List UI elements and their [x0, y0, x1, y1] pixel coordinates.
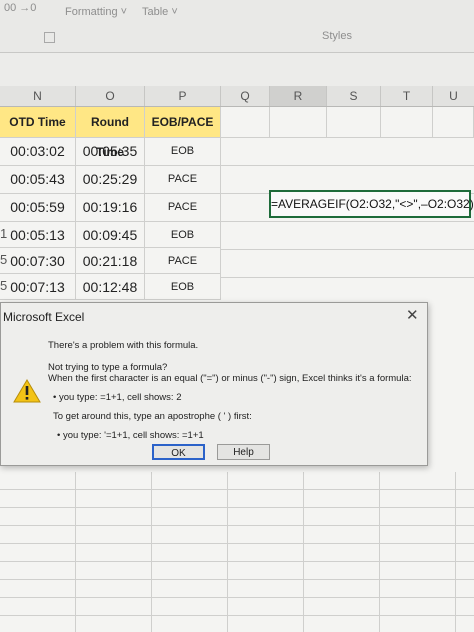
dialog-example-line: • you type: '=1+1, cell shows: =1+1 — [57, 430, 204, 441]
dialog-message-line: When the first character is an equal ("=… — [48, 373, 412, 384]
table-cell-type[interactable]: PACE — [145, 248, 221, 274]
row-number-fragment: 1 — [0, 226, 8, 241]
column-header-n[interactable]: N — [0, 86, 76, 106]
table-cell-otd[interactable]: 00:07:13 — [0, 274, 76, 300]
table-cell-round[interactable]: 00:12:48 — [76, 274, 145, 300]
column-header-p[interactable]: P — [145, 86, 221, 106]
header-cell-round[interactable]: Round Time — [76, 107, 145, 159]
empty-grid-area[interactable] — [221, 138, 474, 298]
table-cell-otd[interactable]: 00:03:02 — [0, 138, 76, 166]
table-cell-type[interactable]: PACE — [145, 166, 221, 194]
ribbon: 00 →0 Formatting ˅ Table ˅ Styles — [0, 0, 474, 53]
conditional-formatting-button[interactable]: Formatting ˅ — [65, 6, 127, 18]
dialog-launcher-icon[interactable] — [44, 32, 55, 43]
table-cell-type[interactable]: EOB — [145, 222, 221, 248]
column-header-u[interactable]: U — [433, 86, 474, 106]
table-cell-otd[interactable]: 00:07:30 — [0, 248, 76, 274]
cell[interactable] — [327, 107, 381, 138]
table-cell-otd[interactable]: 00:05:13 — [0, 222, 76, 248]
formula-text[interactable]: =AVERAGEIF(O2:O32,"<>",–O2:O32) — [271, 197, 474, 211]
column-header-r[interactable]: R — [270, 86, 327, 106]
dialog-example-line: • you type: =1+1, cell shows: 2 — [53, 392, 182, 403]
styles-group-label: Styles — [322, 30, 352, 42]
warning-icon — [13, 379, 41, 403]
cell[interactable] — [381, 107, 433, 138]
table-cell-round[interactable]: 00:21:18 — [76, 248, 145, 274]
table-cell-type[interactable]: EOB — [145, 274, 221, 300]
table-cell-otd[interactable]: 00:05:59 — [0, 194, 76, 222]
row-number-fragment: 5 — [0, 278, 8, 293]
cell[interactable] — [221, 107, 270, 138]
excel-error-dialog: Microsoft Excel ✕ There's a problem with… — [0, 302, 428, 466]
column-header-t[interactable]: T — [381, 86, 433, 106]
table-cell-type[interactable]: EOB — [145, 138, 221, 166]
header-cell-otd[interactable]: OTD Time — [0, 107, 76, 138]
number-format-corner[interactable]: 00 →0 — [4, 2, 36, 14]
dialog-title: Microsoft Excel — [3, 310, 85, 324]
cell[interactable] — [433, 107, 474, 138]
header-cell-type[interactable]: EOB/PACE — [145, 107, 221, 138]
table-cell-round[interactable]: 00:05:35 — [76, 138, 145, 166]
column-header-q[interactable]: Q — [221, 86, 270, 106]
cell[interactable] — [270, 107, 327, 138]
column-header-s[interactable]: S — [327, 86, 381, 106]
column-header-o[interactable]: O — [76, 86, 145, 106]
dialog-message-line: To get around this, type an apostrophe (… — [53, 411, 252, 422]
row-number-fragment: 5 — [0, 252, 8, 267]
table-cell-round[interactable]: 00:25:29 — [76, 166, 145, 194]
dialog-message-line: There's a problem with this formula. — [48, 340, 199, 351]
dialog-message-line: Not trying to type a formula? — [48, 362, 168, 373]
table-cell-round[interactable]: 00:19:16 — [76, 194, 145, 222]
ok-button[interactable]: OK — [152, 444, 205, 460]
empty-grid-rows[interactable] — [0, 472, 474, 632]
format-as-table-button[interactable]: Table ˅ — [142, 6, 178, 18]
close-icon[interactable]: ✕ — [406, 306, 419, 324]
formula-bar-area — [0, 53, 474, 86]
column-header-row: N O P Q R S T U — [0, 86, 474, 107]
table-cell-type[interactable]: PACE — [145, 194, 221, 222]
table-cell-round[interactable]: 00:09:45 — [76, 222, 145, 248]
table-cell-otd[interactable]: 00:05:43 — [0, 166, 76, 194]
help-button[interactable]: Help — [217, 444, 270, 460]
